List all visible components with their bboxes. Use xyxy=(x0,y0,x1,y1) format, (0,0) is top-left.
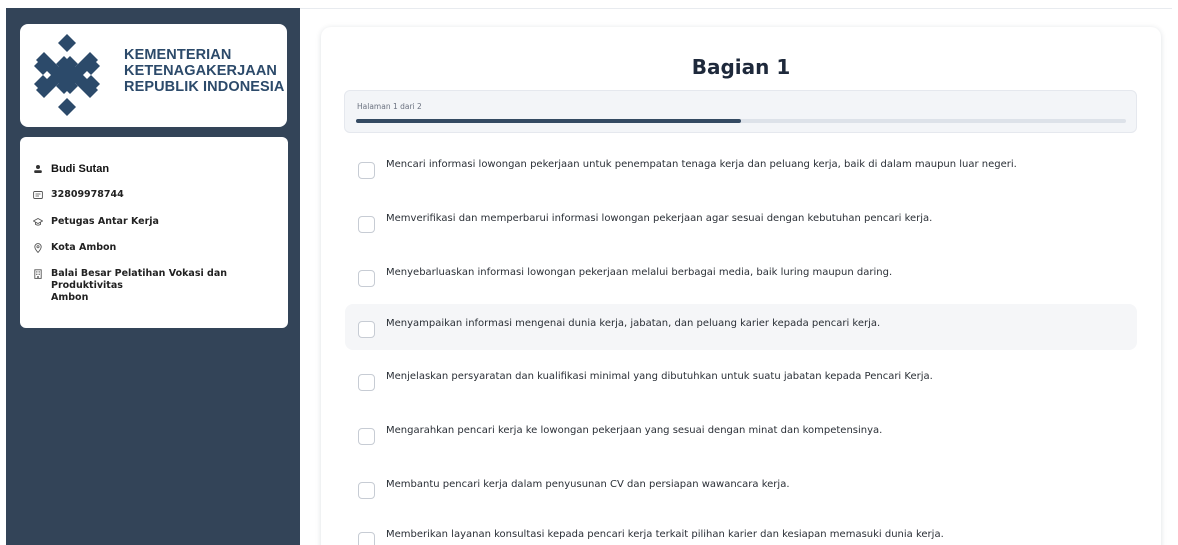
ministry-name-line-1: KEMENTERIAN xyxy=(124,47,232,63)
progress-fill xyxy=(356,119,741,123)
option-label-3: Menyebarluaskan informasi lowongan peker… xyxy=(386,267,893,278)
progress-panel: Halaman 1 dari 2 xyxy=(344,90,1137,133)
ministry-logo-icon xyxy=(34,34,100,116)
user-icon xyxy=(34,165,42,173)
option-item-5[interactable]: Menjelaskan persyaratan dan kualifikasi … xyxy=(345,357,1137,403)
profile-institution-row: Balai Besar Pelatihan Vokasi dan Produkt… xyxy=(33,268,288,304)
profile-name: Budi Sutan xyxy=(51,163,110,175)
profile-role-row: Petugas Antar Kerja xyxy=(33,216,159,228)
building-icon xyxy=(34,269,42,279)
option-checkbox-4[interactable] xyxy=(358,321,375,338)
profile-institution: Balai Besar Pelatihan Vokasi dan Produkt… xyxy=(51,268,288,304)
option-label-6: Mengarahkan pencari kerja ke lowongan pe… xyxy=(386,425,883,436)
option-item-4[interactable]: Menyampaikan informasi mengenai dunia ke… xyxy=(345,304,1137,350)
option-checkbox-2[interactable] xyxy=(358,216,375,233)
page-indicator: Halaman 1 dari 2 xyxy=(357,102,422,111)
option-label-1: Mencari informasi lowongan pekerjaan unt… xyxy=(386,159,1017,170)
option-checkbox-3[interactable] xyxy=(358,270,375,287)
profile-institution-line-1: Balai Besar Pelatihan Vokasi dan Produkt… xyxy=(51,268,228,291)
option-label-4: Menyampaikan informasi mengenai dunia ke… xyxy=(386,318,881,329)
graduation-cap-icon xyxy=(33,217,43,226)
profile-name-row: Budi Sutan xyxy=(33,163,109,175)
profile-role: Petugas Antar Kerja xyxy=(51,216,159,227)
option-item-3[interactable]: Menyebarluaskan informasi lowongan peker… xyxy=(345,253,1137,299)
option-label-7: Membantu pencari kerja dalam penyusunan … xyxy=(386,479,790,490)
ministry-name-line-3: REPUBLIK INDONESIA xyxy=(124,79,285,95)
sidebar: KEMENTERIAN KETENAGAKERJAAN REPUBLIK IND… xyxy=(6,8,300,545)
option-label-8: Memberikan layanan konsultasi kepada pen… xyxy=(386,529,944,540)
questionnaire-card: Bagian 1 Halaman 1 dari 2 Mencari inform… xyxy=(321,27,1161,545)
option-item-2[interactable]: Memverifikasi dan memperbarui informasi … xyxy=(345,199,1137,245)
option-label-5: Menjelaskan persyaratan dan kualifikasi … xyxy=(386,371,933,382)
ministry-name: KEMENTERIAN KETENAGAKERJAAN REPUBLIK IND… xyxy=(124,47,285,95)
profile-card: Budi Sutan 32809978744 Petugas Antar Ker… xyxy=(20,137,288,328)
profile-institution-line-2: Ambon xyxy=(51,292,89,303)
option-checkbox-7[interactable] xyxy=(358,482,375,499)
option-item-1[interactable]: Mencari informasi lowongan pekerjaan unt… xyxy=(345,145,1137,191)
option-checkbox-6[interactable] xyxy=(358,428,375,445)
logo-card: KEMENTERIAN KETENAGAKERJAAN REPUBLIK IND… xyxy=(20,24,287,127)
progress-track xyxy=(356,119,1126,123)
profile-id-number: 32809978744 xyxy=(51,189,124,200)
option-item-7[interactable]: Membantu pencari kerja dalam penyusunan … xyxy=(345,465,1137,511)
option-label-2: Memverifikasi dan memperbarui informasi … xyxy=(386,213,933,224)
id-card-icon xyxy=(33,191,43,199)
ministry-name-line-2: KETENAGAKERJAAN xyxy=(124,63,277,79)
option-checkbox-1[interactable] xyxy=(358,162,375,179)
option-item-6[interactable]: Mengarahkan pencari kerja ke lowongan pe… xyxy=(345,411,1137,457)
option-checkbox-8[interactable] xyxy=(358,532,375,545)
profile-city-row: Kota Ambon xyxy=(33,242,116,254)
option-item-8[interactable]: Memberikan layanan konsultasi kepada pen… xyxy=(345,515,1137,545)
option-checkbox-5[interactable] xyxy=(358,374,375,391)
profile-id-row: 32809978744 xyxy=(33,189,124,201)
profile-city: Kota Ambon xyxy=(51,242,117,253)
section-title: Bagian 1 xyxy=(691,55,791,79)
location-pin-icon xyxy=(34,243,42,253)
header-divider xyxy=(300,8,1172,9)
